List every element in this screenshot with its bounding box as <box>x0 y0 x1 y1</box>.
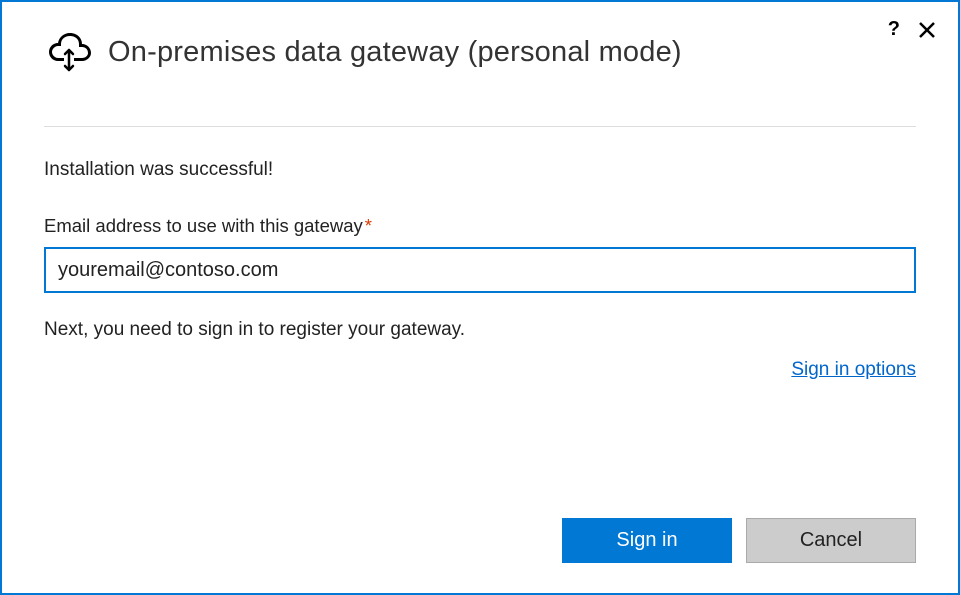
sign-in-button[interactable]: Sign in <box>562 518 732 563</box>
header-divider <box>44 126 916 127</box>
dialog-footer: Sign in Cancel <box>562 518 916 563</box>
options-link-row: Sign in options <box>44 359 916 381</box>
email-label-text: Email address to use with this gateway <box>44 215 363 236</box>
dialog-header: On-premises data gateway (personal mode) <box>44 30 916 74</box>
status-message: Installation was successful! <box>44 159 916 181</box>
gateway-cloud-icon <box>44 30 94 74</box>
email-field[interactable] <box>44 247 916 293</box>
gateway-installer-window: ? On-premises data gateway (personal mod… <box>0 0 960 595</box>
email-field-label: Email address to use with this gateway* <box>44 215 916 237</box>
dialog-title: On-premises data gateway (personal mode) <box>108 36 682 69</box>
help-icon[interactable]: ? <box>888 18 900 41</box>
sign-in-options-link[interactable]: Sign in options <box>791 359 916 380</box>
titlebar-controls: ? <box>888 18 936 41</box>
close-icon[interactable] <box>918 21 936 39</box>
instruction-text: Next, you need to sign in to register yo… <box>44 319 916 341</box>
cancel-button[interactable]: Cancel <box>746 518 916 563</box>
required-asterisk: * <box>365 215 372 236</box>
